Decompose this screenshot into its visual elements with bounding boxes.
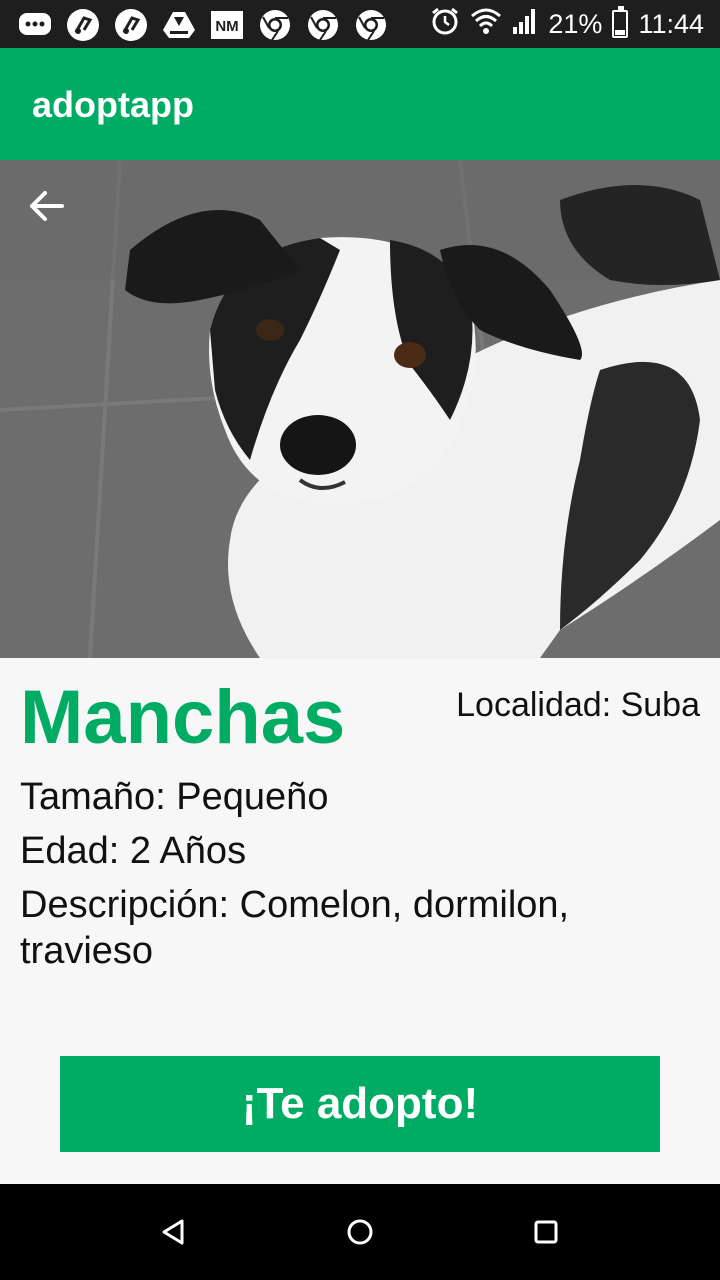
- system-status: 21% 11:44: [430, 6, 704, 42]
- signal-icon: [512, 7, 538, 42]
- chrome-icon: [258, 8, 292, 42]
- pet-photo: [0, 160, 720, 658]
- nav-home-icon[interactable]: [335, 1210, 385, 1254]
- pet-description: Descripción: Comelon, dormilon, travieso: [20, 884, 570, 972]
- battery-icon: [612, 6, 629, 38]
- app-bar: adoptapp: [0, 48, 720, 160]
- back-arrow-icon[interactable]: [22, 186, 70, 226]
- notification-icons: NM: [18, 8, 388, 42]
- pet-size: Tamaño: Pequeño: [20, 776, 329, 818]
- pet-name: Manchas: [20, 675, 346, 760]
- music-app-icon: [114, 8, 148, 42]
- nav-recent-apps-icon[interactable]: [521, 1210, 571, 1254]
- app-title: adoptapp: [32, 84, 194, 125]
- alarm-icon: [430, 6, 460, 43]
- battery-percent: 21%: [548, 8, 603, 39]
- adopt-button[interactable]: ¡Te adopto!: [60, 1056, 660, 1152]
- nm-icon: NM: [210, 8, 244, 42]
- svg-text:NM: NM: [215, 18, 238, 35]
- music-app-icon: [66, 8, 100, 42]
- clock: 11:44: [638, 8, 704, 39]
- message-icon: [18, 8, 52, 42]
- navigation-bar: [0, 1184, 720, 1280]
- battery-level: [615, 29, 626, 35]
- chrome-icon: [306, 8, 340, 42]
- pet-age: Edad: 2 Años: [20, 830, 247, 872]
- chrome-icon: [354, 8, 388, 42]
- drive-icon: [162, 8, 196, 42]
- pet-location: Localidad: Suba: [456, 686, 700, 724]
- wifi-icon: [470, 6, 502, 43]
- status-bar: NM 21% 11:44: [0, 0, 720, 48]
- nav-back-icon[interactable]: [148, 1210, 198, 1254]
